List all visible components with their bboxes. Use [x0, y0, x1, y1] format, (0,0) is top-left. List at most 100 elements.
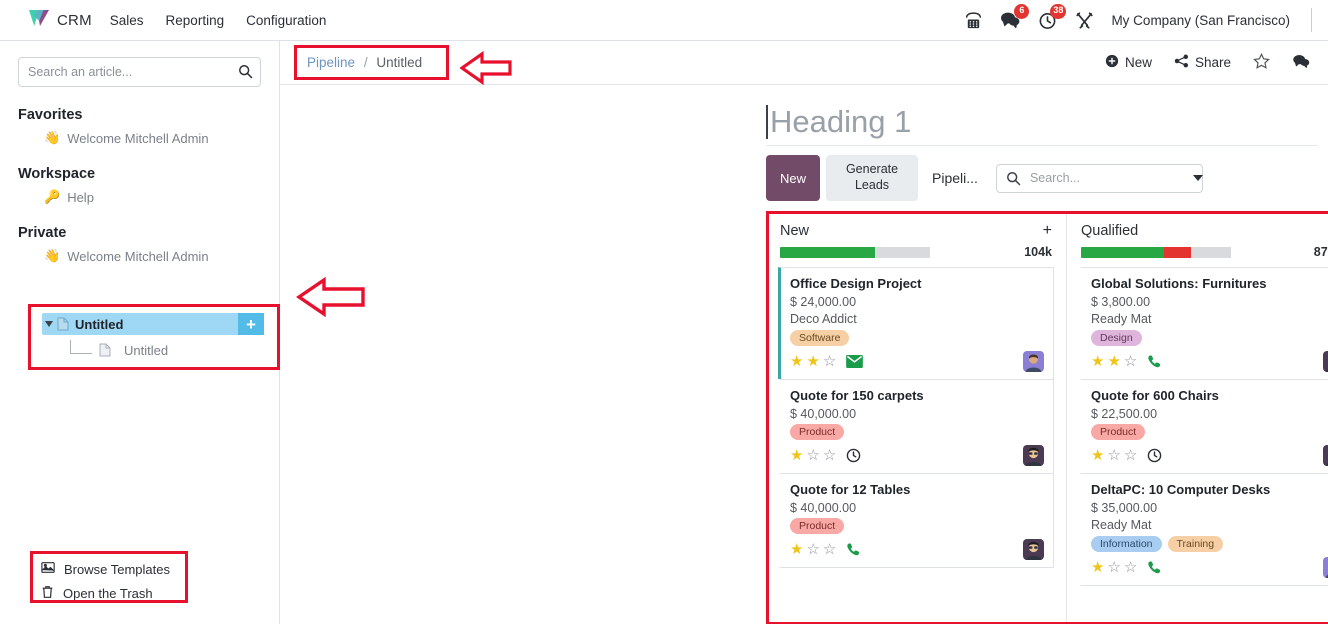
- column-progress-bar[interactable]: [1081, 246, 1231, 258]
- card-amount: $ 24,000.00: [790, 295, 857, 309]
- sidebar-search: [18, 57, 261, 87]
- star-icon[interactable]: ★: [790, 542, 803, 557]
- phone-dialpad-icon[interactable]: [963, 10, 983, 30]
- kanban-card[interactable]: Office Design Project $ 24,000.00 Deco A…: [778, 267, 1054, 380]
- sidebar-item-welcome-favorites[interactable]: 👋 Welcome Mitchell Admin: [0, 126, 279, 150]
- open-trash-button[interactable]: Open the Trash: [30, 581, 190, 606]
- search-input[interactable]: [18, 57, 261, 87]
- card-tag[interactable]: Product: [1091, 424, 1146, 440]
- card-tag[interactable]: Design: [1091, 330, 1142, 346]
- clock-icon[interactable]: [1147, 448, 1162, 463]
- kanban-card[interactable]: Quote for 600 Chairs $ 22,500.00 Product…: [1079, 379, 1328, 474]
- embedded-kanban-view: New Generate Leads Pipeli... Search... N…: [766, 145, 1328, 624]
- star-icon[interactable]: ☆: [1124, 560, 1137, 575]
- messages-badge: 6: [1014, 4, 1030, 19]
- nav-link-configuration[interactable]: Configuration: [246, 13, 326, 28]
- progress-segment-green[interactable]: [1081, 246, 1164, 258]
- share-button[interactable]: Share: [1174, 54, 1231, 71]
- star-icon[interactable]: ★: [790, 354, 803, 369]
- card-tag[interactable]: Information: [1091, 536, 1162, 552]
- kanban-card[interactable]: Quote for 12 Tables $ 40,000.00 Product …: [778, 473, 1054, 568]
- brand[interactable]: CRM: [28, 8, 92, 33]
- document-chat-button[interactable]: [1292, 53, 1310, 72]
- waving-hand-emoji: 👋: [44, 130, 61, 145]
- app-window: CRM Sales Reporting Configuration 6 38 M…: [0, 0, 1328, 624]
- star-outline-icon: [1253, 52, 1270, 72]
- chevron-down-icon[interactable]: [1192, 174, 1203, 182]
- sidebar-item-untitled-child[interactable]: Untitled: [70, 340, 168, 360]
- image-templates-icon: [41, 561, 55, 577]
- star-icon[interactable]: ☆: [1107, 448, 1120, 463]
- star-icon[interactable]: ★: [1107, 354, 1120, 369]
- card-tag[interactable]: Product: [790, 518, 845, 534]
- column-progress-bar[interactable]: [780, 246, 930, 258]
- card-amount: $ 40,000.00: [790, 407, 857, 421]
- messages-icon[interactable]: 6: [1000, 4, 1030, 30]
- phone-icon[interactable]: [1147, 354, 1162, 369]
- email-icon[interactable]: [846, 355, 864, 368]
- kanban-search-input[interactable]: [1027, 170, 1193, 186]
- new-article-button[interactable]: New: [1105, 54, 1152, 71]
- card-title: Global Solutions: Furnitures: [1091, 276, 1267, 291]
- caret-down-icon[interactable]: [45, 321, 53, 327]
- tools-wrench-icon[interactable]: [1074, 10, 1094, 30]
- star-icon[interactable]: ★: [790, 448, 803, 463]
- company-name[interactable]: My Company (San Francisco): [1111, 13, 1290, 28]
- breadcrumb-root[interactable]: Pipeline: [307, 55, 355, 70]
- kanban-toolbar: New Generate Leads Pipeli...: [766, 155, 1318, 211]
- column-add-icon[interactable]: +: [1043, 223, 1052, 239]
- progress-segment-grey[interactable]: [874, 246, 930, 258]
- star-icon[interactable]: ☆: [823, 354, 836, 369]
- activities-clock-icon[interactable]: 38: [1037, 4, 1067, 30]
- nav-link-sales[interactable]: Sales: [110, 13, 144, 28]
- favorite-star-button[interactable]: [1253, 52, 1270, 72]
- avatar[interactable]: [1023, 539, 1044, 560]
- avatar[interactable]: [1323, 351, 1328, 372]
- sidebar-item-welcome-private[interactable]: 👋 Welcome Mitchell Admin: [0, 244, 279, 268]
- progress-segment-green[interactable]: [780, 246, 875, 258]
- sidebar-item-help[interactable]: 🔑 Help: [0, 185, 279, 209]
- progress-segment-red[interactable]: [1163, 246, 1191, 258]
- clock-icon[interactable]: [846, 448, 861, 463]
- star-icon[interactable]: ☆: [823, 542, 836, 557]
- star-icon[interactable]: ☆: [823, 448, 836, 463]
- generate-leads-button[interactable]: Generate Leads: [826, 155, 919, 201]
- add-article-button[interactable]: +: [238, 313, 264, 335]
- avatar[interactable]: [1323, 557, 1328, 578]
- kanban-new-button[interactable]: New: [766, 155, 821, 201]
- open-trash-label: Open the Trash: [63, 586, 153, 601]
- avatar[interactable]: [1323, 445, 1328, 466]
- avatar[interactable]: [1023, 351, 1044, 372]
- star-icon[interactable]: ★: [1091, 354, 1104, 369]
- star-icon[interactable]: ★: [1091, 560, 1104, 575]
- card-title: Quote for 600 Chairs: [1091, 388, 1219, 403]
- sidebar-item-untitled[interactable]: Untitled +: [42, 313, 264, 335]
- star-icon[interactable]: ☆: [806, 542, 819, 557]
- star-icon[interactable]: ☆: [1124, 354, 1137, 369]
- progress-segment-grey[interactable]: [1190, 246, 1231, 258]
- card-tag[interactable]: Product: [790, 424, 845, 440]
- kanban-card[interactable]: Quote for 150 carpets $ 40,000.00 Produc…: [778, 379, 1054, 474]
- search-icon[interactable]: [238, 64, 253, 84]
- phone-icon[interactable]: [846, 542, 861, 557]
- sidebar: Favorites 👋 Welcome Mitchell Admin Works…: [0, 41, 280, 624]
- search-icon[interactable]: [1006, 171, 1021, 186]
- phone-icon[interactable]: [1147, 560, 1162, 575]
- star-icon[interactable]: ★: [806, 354, 819, 369]
- star-icon[interactable]: ★: [1091, 448, 1104, 463]
- browse-templates-button[interactable]: Browse Templates: [30, 557, 190, 581]
- star-icon[interactable]: ☆: [806, 448, 819, 463]
- kanban-board: New + 104k Office Design Project $ 24,00…: [766, 211, 1328, 624]
- kanban-card[interactable]: DeltaPC: 10 Computer Desks $ 35,000.00 R…: [1079, 473, 1328, 586]
- text-cursor: [766, 105, 768, 139]
- avatar[interactable]: [1023, 445, 1044, 466]
- page-title-placeholder[interactable]: Heading 1: [766, 99, 1328, 145]
- card-tag[interactable]: Training: [1167, 536, 1224, 552]
- nav-link-reporting[interactable]: Reporting: [166, 13, 225, 28]
- card-tag[interactable]: Software: [790, 330, 850, 346]
- star-icon[interactable]: ☆: [1107, 560, 1120, 575]
- kanban-view-title: Pipeli...: [932, 170, 978, 186]
- kanban-card[interactable]: Global Solutions: Furnitures $ 3,800.00 …: [1079, 267, 1328, 380]
- star-icon[interactable]: ☆: [1124, 448, 1137, 463]
- column-title: New: [780, 223, 810, 239]
